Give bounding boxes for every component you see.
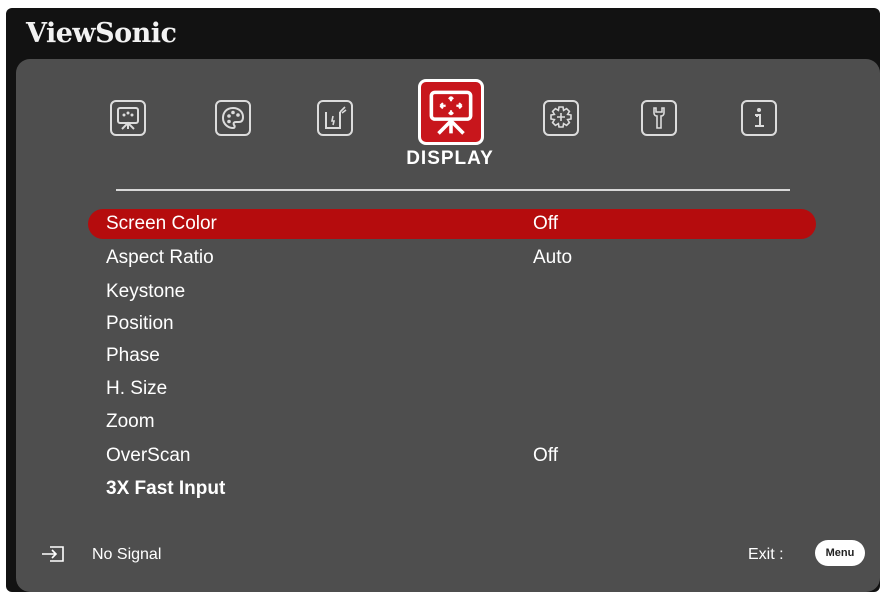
- information-icon: [755, 108, 764, 127]
- tab-power[interactable]: [317, 100, 353, 136]
- exit-label: Exit :: [748, 546, 784, 563]
- menu-value-screen-color: Off: [533, 213, 558, 234]
- menu-button[interactable]: Menu: [815, 540, 865, 566]
- input-source-icon: [42, 546, 64, 562]
- menu-item-overscan[interactable]: OverScan: [106, 445, 190, 467]
- tab-picture[interactable]: [110, 100, 146, 136]
- menu-value-overscan: Off: [533, 445, 558, 466]
- signal-status: No Signal: [92, 546, 162, 563]
- power-icon: [325, 106, 347, 129]
- tab-advanced[interactable]: [543, 100, 579, 136]
- tab-color[interactable]: [215, 100, 251, 136]
- display-icon: [429, 90, 473, 135]
- header-divider: [116, 189, 790, 191]
- menu-item-screen-color[interactable]: Screen Color: [106, 213, 217, 235]
- menu-item-position[interactable]: Position: [106, 313, 174, 335]
- menu-item-aspect-ratio[interactable]: Aspect Ratio: [106, 247, 214, 269]
- menu-item-phase[interactable]: Phase: [106, 345, 160, 367]
- menu-item-zoom[interactable]: Zoom: [106, 411, 155, 433]
- menu-item-3x-fast-input[interactable]: 3X Fast Input: [106, 478, 225, 500]
- advanced-gear-icon: [550, 106, 572, 128]
- menu-item-keystone[interactable]: Keystone: [106, 281, 185, 303]
- system-wrench-icon: [653, 107, 665, 129]
- menu-value-aspect-ratio: Auto: [533, 247, 573, 268]
- tab-information[interactable]: [741, 100, 777, 136]
- menu-item-h-size[interactable]: H. Size: [106, 378, 167, 400]
- picture-icon: [117, 107, 139, 130]
- tab-system[interactable]: [641, 100, 677, 136]
- brand-logo: ViewSonic: [26, 18, 177, 49]
- tab-display[interactable]: [418, 79, 484, 145]
- active-tab-title: DISPLAY: [406, 148, 494, 169]
- color-palette-icon: [221, 106, 245, 130]
